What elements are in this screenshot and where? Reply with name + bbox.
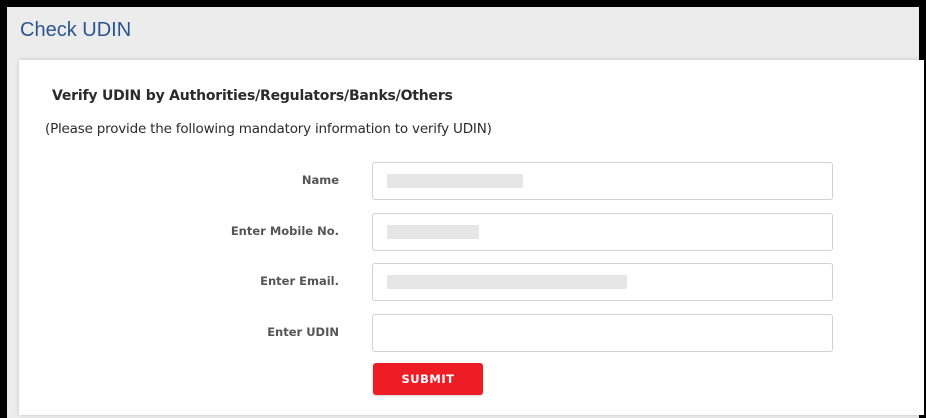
form-row-udin: Enter UDIN: [19, 314, 924, 352]
udin-label: Enter UDIN: [267, 325, 339, 339]
app-frame: Check UDIN Verify UDIN by Authorities/Re…: [0, 0, 926, 418]
card-instruction: (Please provide the following mandatory …: [45, 121, 492, 137]
page-title: Check UDIN: [20, 19, 132, 41]
redacted-value: [387, 174, 523, 188]
submit-button[interactable]: SUBMIT: [373, 363, 483, 395]
form-row-mobile: Enter Mobile No.: [19, 213, 924, 251]
name-label: Name: [301, 173, 339, 187]
email-label: Enter Email.: [260, 274, 339, 288]
card-heading: Verify UDIN by Authorities/Regulators/Ba…: [52, 88, 453, 104]
redacted-value: [387, 225, 479, 239]
udin-input[interactable]: [372, 314, 833, 352]
form-row-name: Name: [19, 162, 924, 200]
redacted-value: [387, 275, 627, 289]
mobile-label: Enter Mobile No.: [230, 224, 339, 238]
verify-udin-card: Verify UDIN by Authorities/Regulators/Ba…: [19, 60, 924, 415]
form-row-email: Enter Email.: [19, 263, 924, 301]
